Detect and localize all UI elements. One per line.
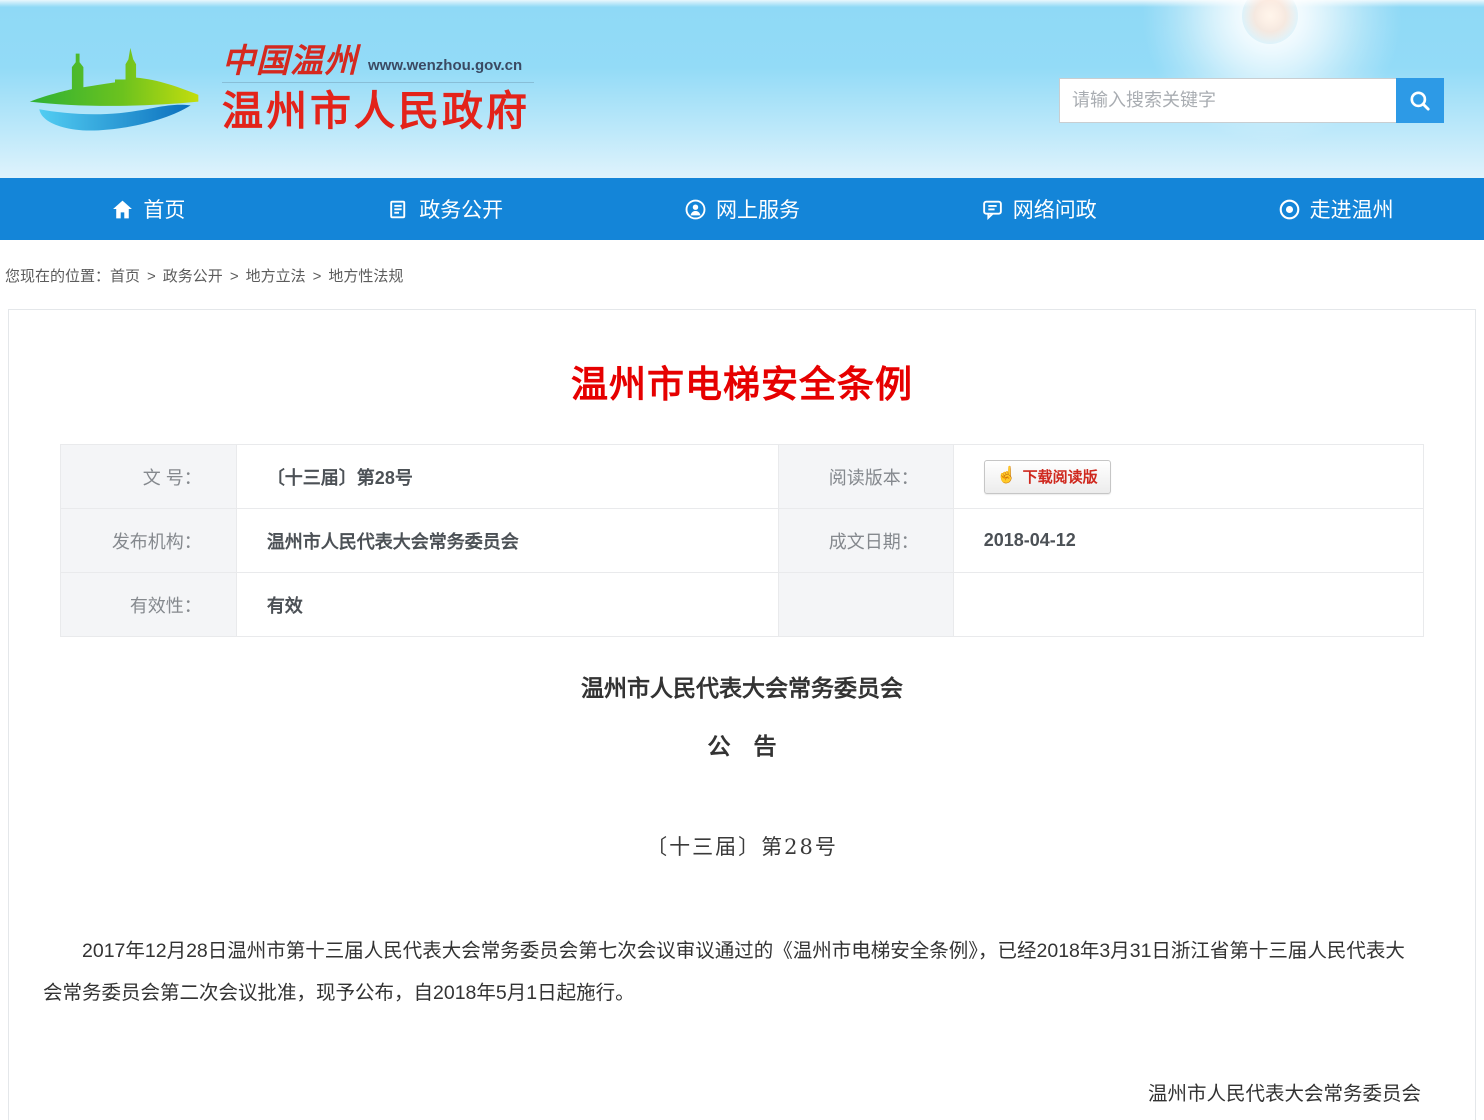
pointing-hand-icon: ☝: [997, 468, 1017, 484]
site-url-text: www.wenzhou.gov.cn: [368, 57, 522, 77]
nav-item-home[interactable]: 首页: [0, 178, 297, 240]
breadcrumb-separator: >: [230, 268, 239, 285]
table-row: 有效性： 有效: [61, 573, 1424, 637]
document-icon: [387, 198, 410, 221]
doc-number-label: 文 号：: [61, 445, 237, 509]
nav-item-label: 走进温州: [1310, 194, 1394, 224]
nav-item-label: 网上服务: [716, 194, 800, 224]
read-version-label: 阅读版本：: [779, 445, 953, 509]
empty-label-cell: [779, 573, 953, 637]
target-icon: [1278, 198, 1301, 221]
issuing-org-heading: 温州市人民代表大会常务委员会: [9, 669, 1475, 703]
doc-number-value: 〔十三届〕第28号: [236, 445, 778, 509]
date-label: 成文日期：: [779, 509, 953, 573]
page-title: 温州市电梯安全条例: [9, 354, 1475, 408]
publisher-label: 发布机构：: [61, 509, 237, 573]
download-button-label: 下载阅读版: [1023, 466, 1098, 487]
site-name-text: 温州市人民政府: [222, 89, 534, 134]
announcement-paragraph: 2017年12月28日温州市第十三届人民代表大会常务委员会第七次会议审议通过的《…: [9, 931, 1475, 1015]
nav-item-public-inquiry[interactable]: 网络问政: [890, 178, 1187, 240]
nav-item-about-wenzhou[interactable]: 走进温州: [1187, 178, 1484, 240]
breadcrumb: 您现在的位置：首页 > 政务公开 > 地方立法 > 地方性法规: [0, 240, 1484, 309]
article-container: 温州市电梯安全条例 文 号： 〔十三届〕第28号 阅读版本： ☝ 下载阅读版 发…: [8, 309, 1476, 1120]
nav-item-online-services[interactable]: 网上服务: [594, 178, 891, 240]
chat-bubble-icon: [981, 198, 1004, 221]
empty-value-cell: [953, 573, 1423, 637]
validity-label: 有效性：: [61, 573, 237, 637]
table-row: 发布机构： 温州市人民代表大会常务委员会 成文日期： 2018-04-12: [61, 509, 1424, 573]
breadcrumb-separator: >: [147, 268, 156, 285]
breadcrumb-item-home[interactable]: 首页: [110, 268, 140, 285]
publisher-value: 温州市人民代表大会常务委员会: [236, 509, 778, 573]
search-icon: [1408, 89, 1432, 113]
download-read-version-button[interactable]: ☝ 下载阅读版: [984, 460, 1111, 494]
document-meta-table: 文 号： 〔十三届〕第28号 阅读版本： ☝ 下载阅读版 发布机构： 温州市人民…: [60, 444, 1424, 637]
read-version-cell: ☝ 下载阅读版: [953, 445, 1423, 509]
table-row: 文 号： 〔十三届〕第28号 阅读版本： ☝ 下载阅读版: [61, 445, 1424, 509]
search-input[interactable]: [1059, 78, 1396, 123]
wenzhou-landscape-logo-icon: [24, 34, 206, 150]
service-headset-icon: [684, 198, 707, 221]
main-nav: 首页 政务公开 网上服务 网络问政: [0, 178, 1484, 240]
nav-item-label: 网络问政: [1013, 194, 1097, 224]
signature-org: 温州市人民代表大会常务委员会: [9, 1077, 1475, 1106]
brand-script-text: 中国温州: [222, 44, 358, 77]
search-box: [1059, 78, 1444, 123]
site-logo[interactable]: 中国温州 www.wenzhou.gov.cn 温州市人民政府: [24, 34, 534, 150]
breadcrumb-separator: >: [313, 268, 322, 285]
date-value: 2018-04-12: [953, 509, 1423, 573]
validity-value: 有效: [236, 573, 778, 637]
nav-item-label: 政务公开: [419, 194, 503, 224]
logo-text-block: 中国温州 www.wenzhou.gov.cn 温州市人民政府: [222, 34, 534, 134]
home-icon: [111, 198, 134, 221]
nav-item-label: 首页: [143, 194, 185, 224]
breadcrumb-item-current: 地方性法规: [328, 268, 403, 285]
breadcrumb-item-gov-affairs[interactable]: 政务公开: [163, 268, 223, 285]
search-button[interactable]: [1396, 78, 1444, 123]
notice-heading: 公 告: [9, 727, 1475, 761]
site-header: 中国温州 www.wenzhou.gov.cn 温州市人民政府: [0, 0, 1484, 178]
doc-number-line: 〔十三届〕第28号: [9, 831, 1475, 861]
nav-item-gov-affairs[interactable]: 政务公开: [297, 178, 594, 240]
sun-flare-decoration: [1242, 0, 1298, 44]
breadcrumb-item-local-legislation[interactable]: 地方立法: [246, 268, 306, 285]
breadcrumb-prefix: 您现在的位置：: [5, 268, 110, 285]
